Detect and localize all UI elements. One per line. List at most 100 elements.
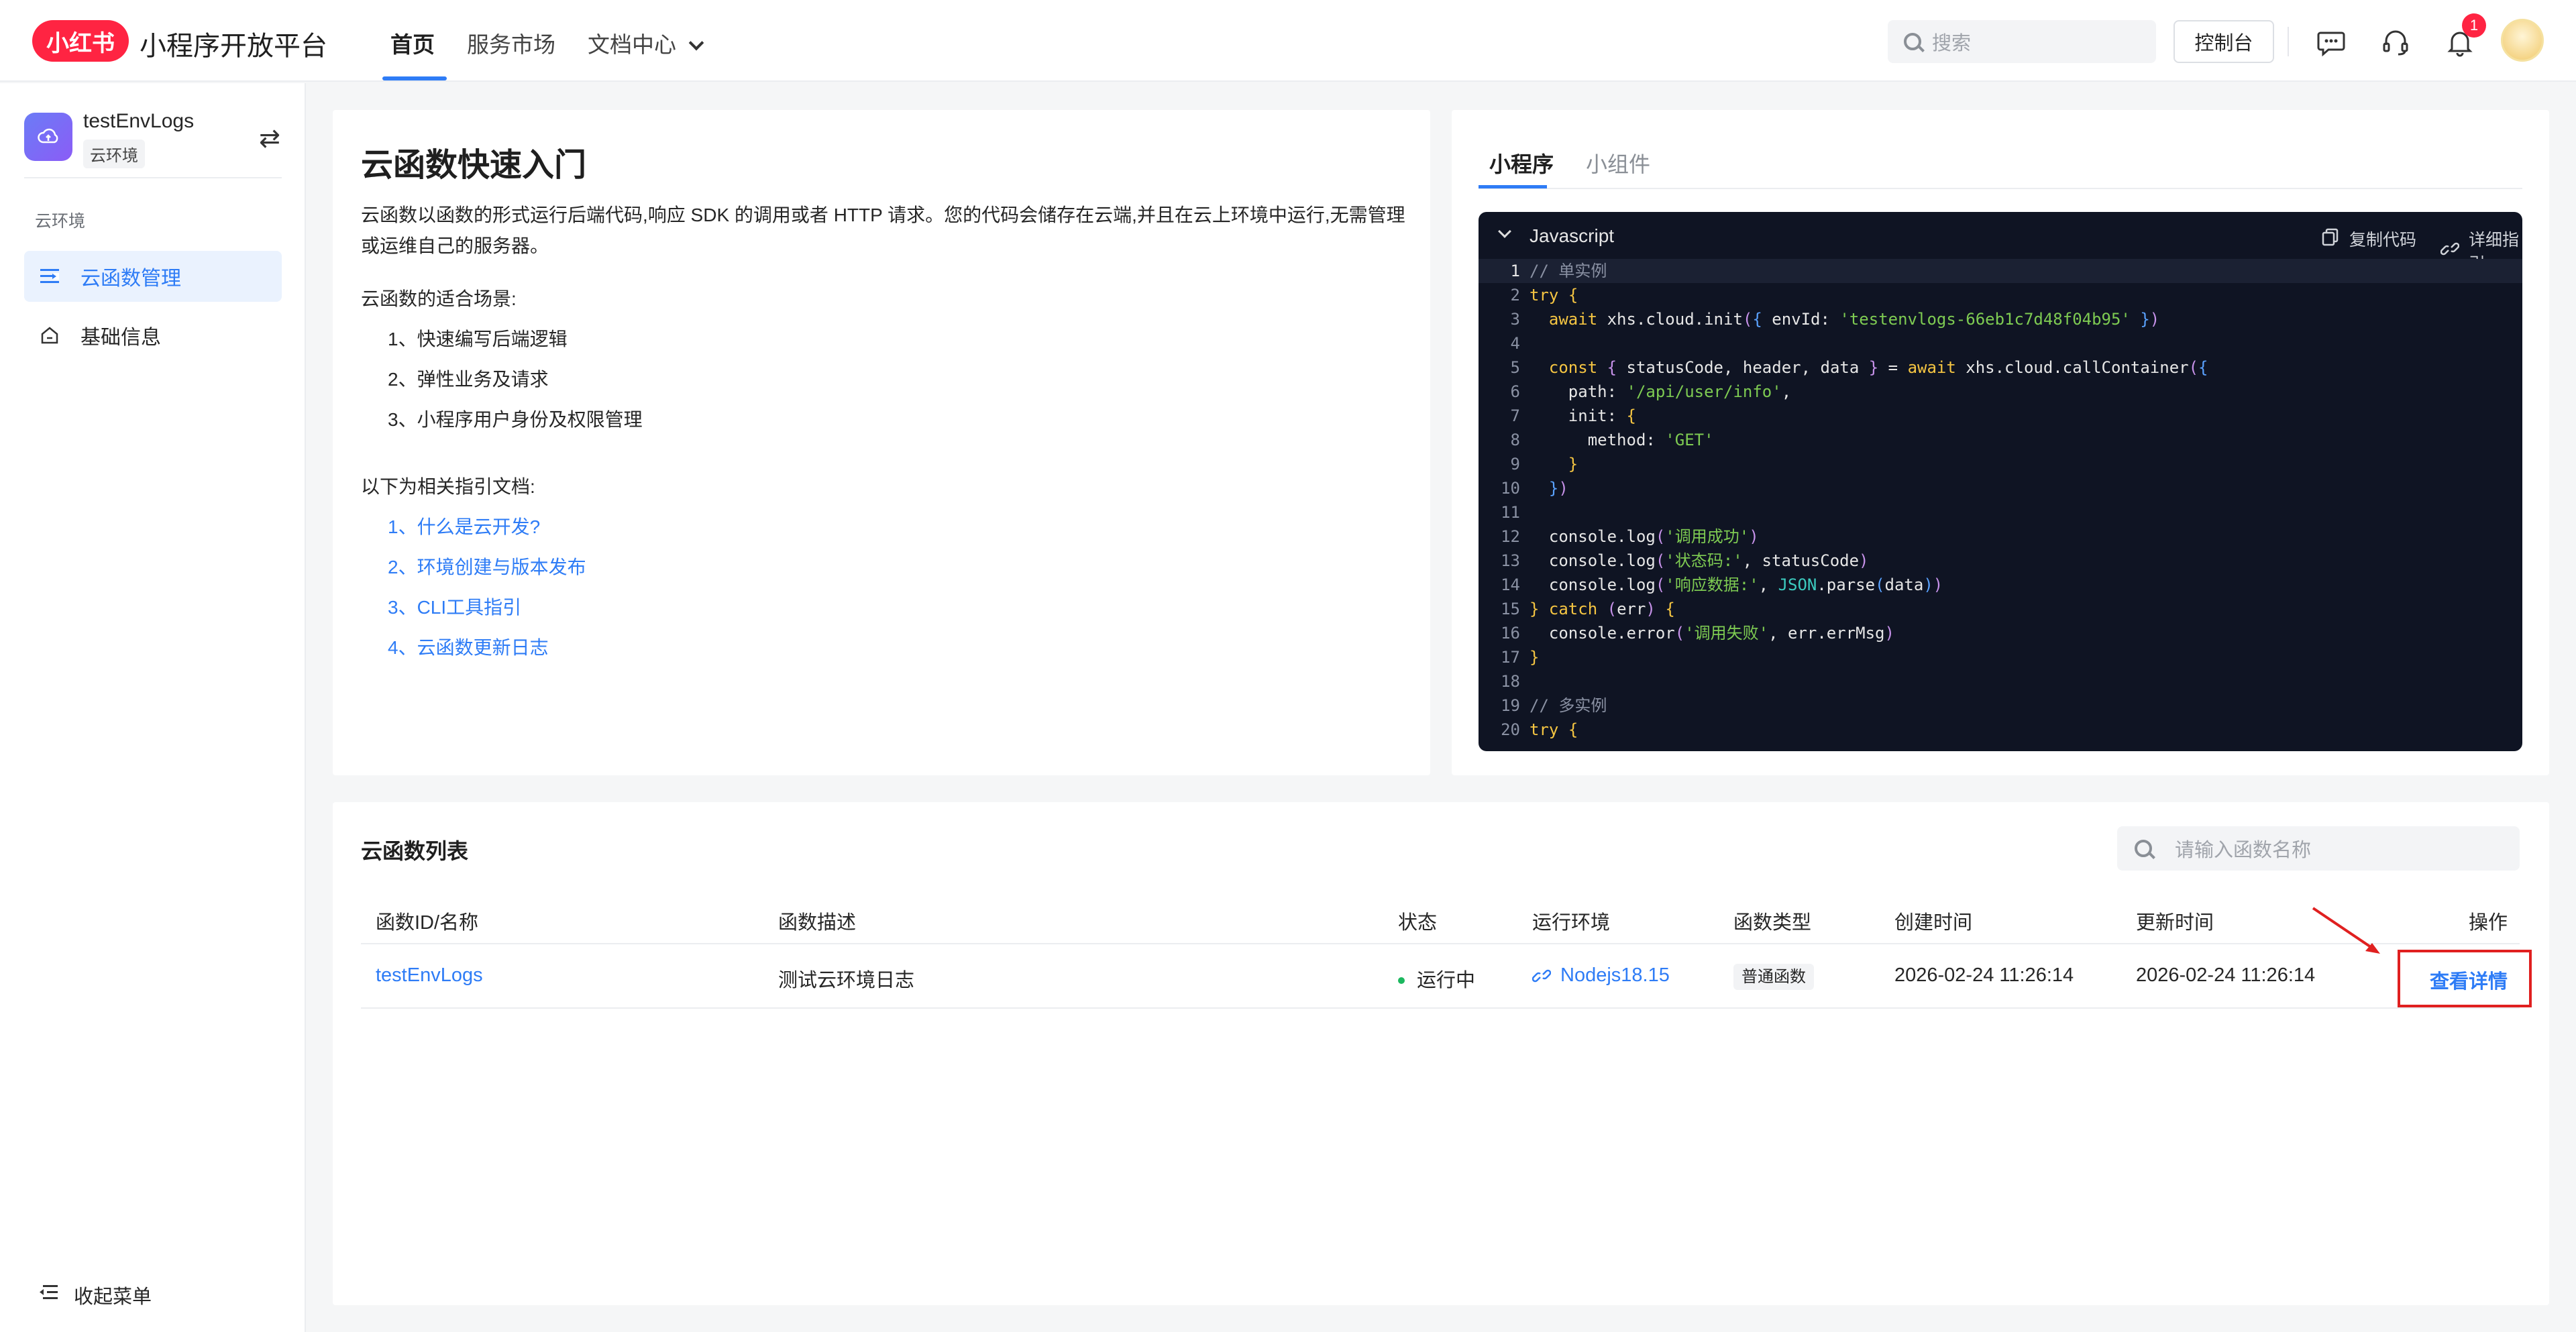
code-line: 20 try { [1501, 720, 1578, 739]
env-name: testEnvLogs [83, 110, 195, 132]
code-line: 19// 多实例 [1501, 696, 1607, 715]
function-search-input[interactable]: 请输入函数名称 [2117, 826, 2520, 871]
code-language: Javascript [1529, 225, 1615, 246]
nav-service-market[interactable]: 服务市场 [467, 27, 555, 59]
code-block: Javascript 复制代码 详细指引 1// 单实例 2try { 3 aw… [1479, 212, 2522, 751]
table-header-divider [361, 943, 2520, 944]
code-line: 13 console.log('状态码:', statusCode) [1501, 551, 1869, 570]
code-line: 10 }) [1501, 479, 1568, 498]
code-line: 15} catch (err) { [1501, 600, 1675, 618]
sidebar-group-label: 云环境 [35, 212, 86, 231]
sidebar-item-basic-info[interactable]: 基础信息 [24, 310, 282, 361]
status-dot [1398, 977, 1405, 984]
switch-env-icon[interactable]: ⇄ [259, 123, 280, 154]
column-header-id: 函数ID/名称 [376, 912, 479, 934]
doc-link-changelog[interactable]: 4、云函数更新日志 [388, 633, 549, 660]
home-icon [38, 323, 62, 347]
list-icon [38, 264, 62, 288]
table-row-divider [361, 1007, 2520, 1009]
brand-logo[interactable]: 小红书 [32, 20, 129, 62]
status-badge: 运行中 [1398, 964, 1475, 993]
code-line: 18 [1501, 672, 1520, 691]
tab-active-indicator [1479, 185, 1547, 188]
updated-time: 2026-02-24 11:26:14 [2136, 964, 2316, 986]
nav-docs[interactable]: 文档中心 [588, 27, 704, 59]
sidebar-item-function-management[interactable]: 云函数管理 [24, 251, 282, 302]
collapse-icon [38, 1283, 59, 1307]
code-line: 9 } [1510, 455, 1578, 474]
function-type: 普通函数 [1733, 963, 1814, 990]
code-line: 17} [1501, 648, 1540, 667]
code-content[interactable]: 1// 单实例 2 try { 3 await xhs.cloud.init({ … [1479, 259, 2522, 742]
quickstart-description: 云函数以函数的形式运行后端代码,响应 SDK 的调用或者 HTTP 请求。您的代… [361, 205, 1405, 256]
page-title: 云函数快速入门 [361, 148, 587, 183]
sidebar: testEnvLogs 云环境 ⇄ 云环境 云函数管理 基础信息 收起菜单 [0, 83, 306, 1332]
column-header-status: 状态 [1398, 912, 1438, 934]
nav-home[interactable]: 首页 [390, 27, 435, 59]
copy-code-label: 复制代码 [2349, 231, 2417, 249]
tab-divider [1479, 188, 2522, 189]
runtime-link[interactable]: Nodejs18.15 [1532, 964, 1670, 987]
column-header-type: 函数类型 [1733, 912, 1812, 934]
sidebar-item-label: 云函数管理 [80, 268, 181, 290]
column-header-created: 创建时间 [1894, 912, 1973, 934]
collapse-menu-label: 收起菜单 [74, 1286, 152, 1308]
platform-name[interactable]: 小程序开放平台 [140, 24, 327, 63]
function-desc: 测试云环境日志 [778, 970, 915, 991]
code-line: 5 const { statusCode, header, data } = a… [1510, 358, 2208, 377]
doc-link-what-is-cloud-dev[interactable]: 1、什么是云开发? [388, 512, 540, 539]
doc-link-cli-guide[interactable]: 3、CLI工具指引 [388, 593, 521, 620]
code-line: 7 init: { [1510, 406, 1636, 425]
nav-docs-label: 文档中心 [588, 32, 676, 57]
created-time: 2026-02-24 11:26:14 [1894, 964, 2074, 986]
function-search-placeholder: 请输入函数名称 [2175, 840, 2312, 861]
view-details-button[interactable]: 查看详情 [2430, 966, 2508, 994]
tab-widget[interactable]: 小组件 [1586, 148, 1650, 178]
collapse-menu-button[interactable]: 收起菜单 [38, 1281, 152, 1309]
scene-item: 3、小程序用户身份及权限管理 [388, 409, 643, 430]
quickstart-card: 云函数快速入门 云函数以函数的形式运行后端代码,响应 SDK 的调用或者 HTT… [333, 110, 1430, 775]
code-line: 4 [1510, 334, 1520, 353]
top-bar: 小红书 小程序开放平台 首页 服务市场 文档中心 搜索 控制台 1 [0, 0, 2576, 82]
function-name-link[interactable]: testEnvLogs [376, 964, 483, 987]
doc-link-env-create-release[interactable]: 2、环境创建与版本发布 [388, 553, 586, 579]
code-line: 6 path: '/api/user/info', [1510, 382, 1792, 401]
scene-item: 1、快速编写后端逻辑 [388, 329, 568, 349]
code-line: 2 try { [1510, 286, 1578, 304]
chevron-down-icon[interactable] [1498, 225, 1511, 238]
status-text: 运行中 [1417, 970, 1476, 991]
chat-icon[interactable] [2316, 27, 2347, 58]
nav-active-indicator [382, 76, 447, 80]
code-example-card: 小程序 小组件 Javascript 复制代码 详细指引 1// 单实例 2tr… [1452, 110, 2549, 775]
scenes-label: 云函数的适合场景: [361, 288, 517, 309]
divider [24, 177, 282, 178]
code-line: 12 console.log('调用成功') [1501, 527, 1759, 546]
tab-mini-program[interactable]: 小程序 [1489, 148, 1554, 178]
divider [2288, 27, 2289, 56]
column-header-action: 操作 [2469, 912, 2508, 934]
column-header-runtime: 运行环境 [1532, 912, 1611, 934]
function-type-tag: 普通函数 [1733, 964, 1814, 990]
copy-code-button[interactable]: 复制代码 [2321, 227, 2416, 251]
column-header-desc: 函数描述 [778, 912, 857, 934]
code-line: 8 method: 'GET' [1510, 431, 1714, 449]
code-line: 3 await xhs.cloud.init({ envId: 'testenv… [1510, 310, 2160, 329]
copy-icon [2321, 227, 2340, 251]
annotation-arrow [2312, 907, 2380, 954]
link-icon [1532, 966, 1551, 985]
avatar[interactable] [2501, 19, 2544, 62]
global-search-input[interactable]: 搜索 [1888, 20, 2156, 63]
console-button[interactable]: 控制台 [2174, 20, 2274, 63]
search-icon [2135, 840, 2152, 857]
chevron-down-icon [688, 35, 704, 51]
headset-icon[interactable] [2380, 27, 2411, 58]
scene-item: 2、弹性业务及请求 [388, 369, 549, 390]
code-line: 14 console.log('响应数据:', JSON.parse(data)… [1501, 575, 1943, 594]
search-icon [1904, 33, 1921, 50]
env-tag: 云环境 [83, 140, 145, 168]
search-placeholder: 搜索 [1932, 33, 1972, 54]
function-list-card: 云函数列表 请输入函数名称 函数ID/名称 函数描述 状态 运行环境 函数类型 … [333, 802, 2549, 1305]
code-line: 16 console.error('调用失败', err.errMsg) [1501, 624, 1894, 643]
column-header-updated: 更新时间 [2136, 912, 2214, 934]
code-line: 11 [1501, 503, 1520, 522]
